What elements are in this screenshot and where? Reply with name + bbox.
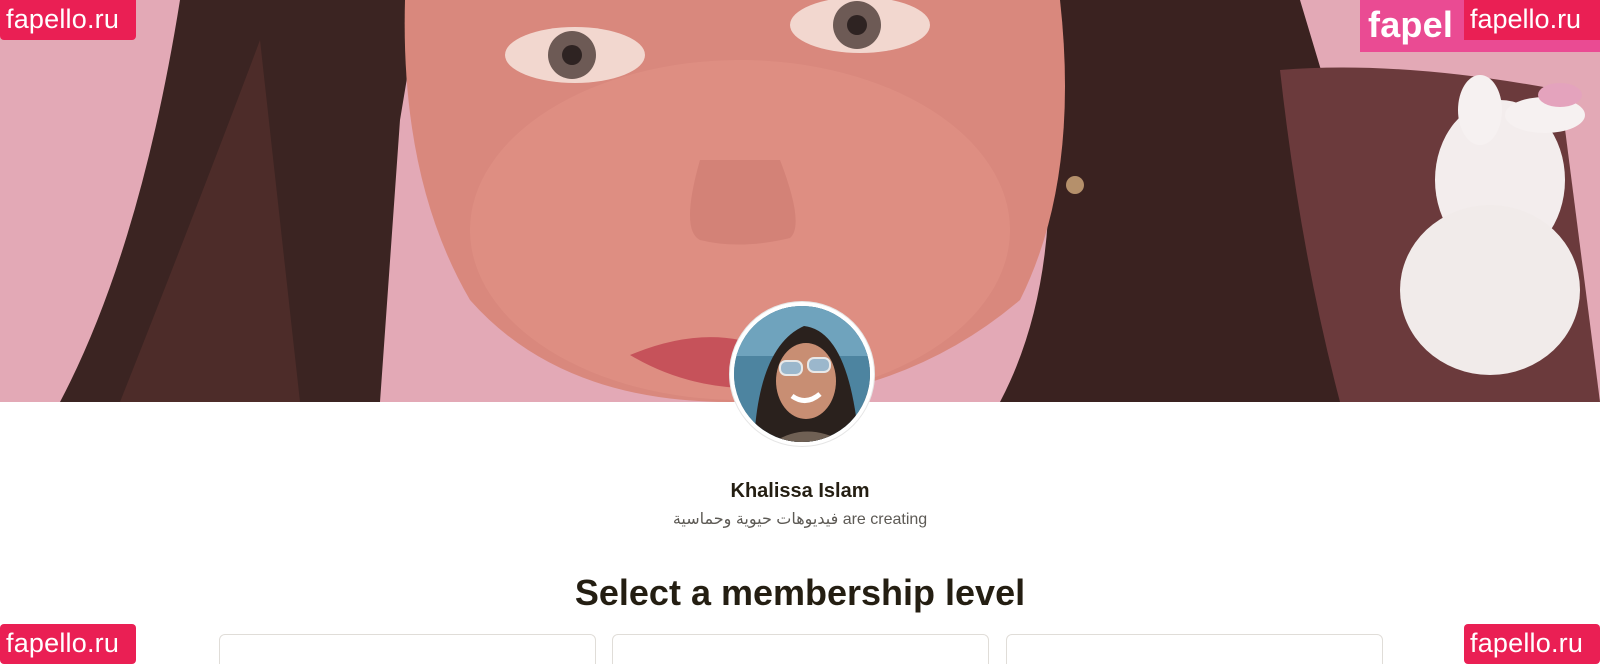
watermark-top-right: fapello.ru [1464,0,1600,40]
creator-page: fapello.ru fapel fapello.ru fapello.ru f… [0,0,1600,664]
avatar-photo [734,306,870,442]
avatar-image [734,306,870,442]
creator-avatar[interactable] [730,302,874,446]
membership-tier-card[interactable] [1006,634,1383,664]
membership-tier-card[interactable] [219,634,596,664]
membership-section-title: Select a membership level [574,572,1026,613]
membership-tier-card[interactable] [612,634,989,664]
watermark-bottom-left: fapello.ru [0,624,136,664]
watermark-top-left: fapello.ru [0,0,136,40]
creator-tagline: فيديوهات حيوية وحماسية are creating [672,511,928,528]
creator-name: Khalissa Islam [730,480,870,502]
watermark-bottom-right: fapello.ru [1464,624,1600,664]
